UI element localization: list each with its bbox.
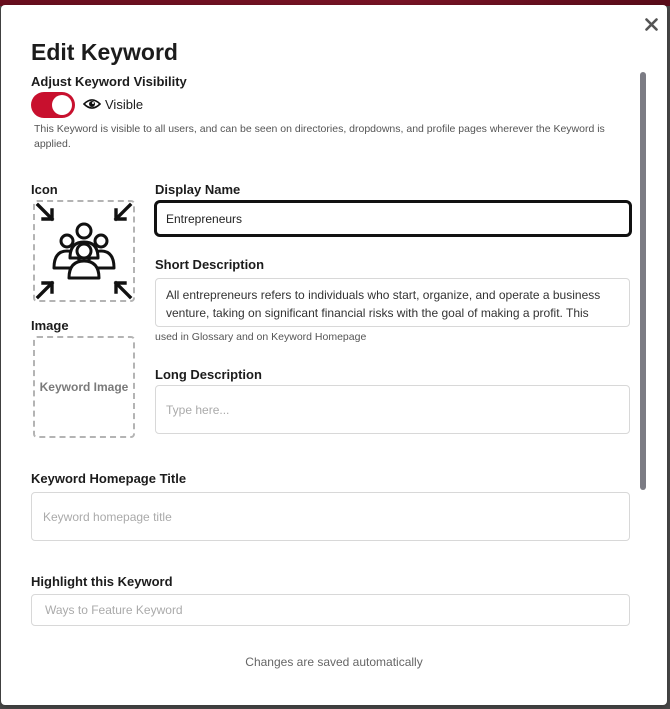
visibility-status: Visible xyxy=(105,97,144,112)
close-button[interactable] xyxy=(642,15,660,33)
image-upload-box[interactable]: Keyword Image xyxy=(33,336,135,438)
short-description-label: Short Description xyxy=(155,257,265,272)
homepage-title-label: Keyword Homepage Title xyxy=(31,471,187,486)
short-description-textarea[interactable]: All entrepreneurs refers to individuals … xyxy=(155,278,630,327)
long-description-label: Long Description xyxy=(155,367,262,382)
highlight-select[interactable] xyxy=(31,594,630,626)
eye-icon xyxy=(83,99,101,109)
visibility-label: Adjust Keyword Visibility xyxy=(31,74,187,89)
toggle-knob xyxy=(52,95,72,115)
modal-title: Edit Keyword xyxy=(31,39,178,65)
close-icon[interactable] xyxy=(644,17,658,31)
image-label: Image xyxy=(31,318,69,333)
display-name-label: Display Name xyxy=(155,182,241,197)
homepage-title-input[interactable] xyxy=(31,492,630,541)
visibility-help-text: This Keyword is visible to all users, an… xyxy=(34,123,605,150)
short-description-help: used in Glossary and on Keyword Homepage xyxy=(155,331,367,343)
icon-label: Icon xyxy=(31,182,58,197)
highlight-label: Highlight this Keyword xyxy=(31,574,173,589)
autosave-status: Changes are saved automatically xyxy=(245,655,423,669)
scrollbar[interactable] xyxy=(640,72,646,490)
icon-upload-box[interactable] xyxy=(33,200,135,302)
image-placeholder-text: Keyword Image xyxy=(39,380,129,394)
edit-keyword-modal: Edit Keyword Adjust Keyword Visibility V… xyxy=(1,5,667,705)
long-description-input[interactable] xyxy=(155,385,630,434)
group-of-people-icon xyxy=(35,202,133,300)
display-name-input[interactable] xyxy=(154,200,632,237)
visibility-toggle[interactable] xyxy=(31,92,75,118)
